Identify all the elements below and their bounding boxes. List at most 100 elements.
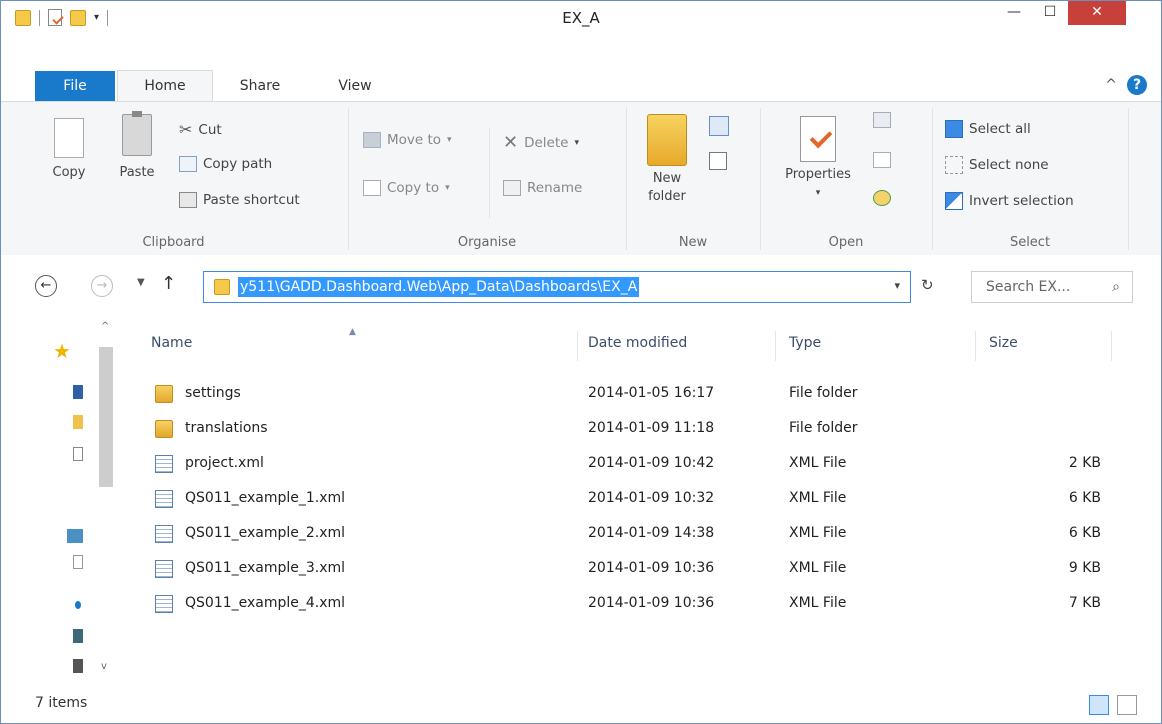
rename-icon bbox=[503, 180, 521, 196]
address-path[interactable]: y511\GADD.Dashboard.Web\App_Data\Dashboa… bbox=[238, 277, 640, 297]
nav-scrollbar[interactable]: ^ v bbox=[97, 317, 115, 687]
list-item[interactable]: project.xml 2014-01-09 10:42 XML File 2 … bbox=[121, 447, 1121, 482]
column-header-size[interactable]: Size bbox=[989, 335, 1018, 351]
file-type: XML File bbox=[789, 560, 847, 576]
favorites-star-icon[interactable]: ★ bbox=[53, 339, 71, 363]
properties-label: Properties bbox=[785, 167, 851, 182]
paste-shortcut-label: Paste shortcut bbox=[203, 192, 300, 208]
collapse-ribbon-icon[interactable]: ^ bbox=[1105, 77, 1117, 93]
rename-button[interactable]: Rename bbox=[503, 180, 582, 196]
properties-dropdown-icon: ▾ bbox=[815, 188, 821, 198]
group-clipboard: Copy Paste ✂ Cut Copy path Paste shortcu… bbox=[1, 102, 346, 256]
address-dropdown-icon[interactable]: ▾ bbox=[894, 279, 900, 292]
file-date: 2014-01-09 10:42 bbox=[588, 455, 715, 471]
refresh-icon[interactable]: ↻ bbox=[921, 276, 934, 294]
recent-locations-icon[interactable]: ▼ bbox=[137, 277, 145, 288]
open-icon bbox=[873, 112, 891, 128]
delete-label: Delete bbox=[524, 134, 569, 151]
new-folder-label-2: folder bbox=[648, 189, 686, 204]
copy-path-button[interactable]: Copy path bbox=[179, 156, 272, 172]
column-header-date[interactable]: Date modified bbox=[588, 335, 687, 351]
open-button[interactable] bbox=[873, 112, 891, 132]
music-icon[interactable] bbox=[75, 601, 81, 609]
desktop-icon[interactable] bbox=[73, 385, 83, 399]
cut-button[interactable]: ✂ Cut bbox=[179, 120, 222, 139]
search-input[interactable]: Search EX... ⌕ bbox=[971, 271, 1133, 303]
videos-icon[interactable] bbox=[73, 659, 83, 673]
column-header-name[interactable]: Name bbox=[151, 335, 192, 351]
file-size: 7 KB bbox=[1068, 595, 1101, 611]
delete-x-icon: ✕ bbox=[503, 132, 519, 153]
paste-shortcut-button[interactable]: Paste shortcut bbox=[179, 192, 300, 208]
list-item[interactable]: translations 2014-01-09 11:18 File folde… bbox=[121, 412, 1121, 447]
search-icon[interactable]: ⌕ bbox=[1112, 272, 1120, 302]
maximize-button[interactable]: ☐ bbox=[1032, 1, 1068, 25]
file-name: settings bbox=[185, 385, 241, 401]
nav-scroll-thumb[interactable] bbox=[99, 347, 113, 487]
scroll-down-icon[interactable]: v bbox=[101, 661, 107, 672]
file-type: File folder bbox=[789, 385, 858, 401]
easy-access-button[interactable] bbox=[709, 152, 727, 174]
new-folder-button[interactable]: New folder bbox=[637, 114, 697, 206]
list-item[interactable]: QS011_example_3.xml 2014-01-09 10:36 XML… bbox=[121, 552, 1121, 587]
address-row: ← → ▼ ↑ y511\GADD.Dashboard.Web\App_Data… bbox=[1, 255, 1161, 317]
downloads-folder-icon[interactable] bbox=[73, 415, 83, 429]
list-item[interactable]: settings 2014-01-05 16:17 File folder bbox=[121, 377, 1121, 412]
list-item[interactable]: QS011_example_4.xml 2014-01-09 10:36 XML… bbox=[121, 587, 1121, 622]
new-item-button[interactable] bbox=[709, 116, 729, 140]
close-button[interactable]: ✕ bbox=[1068, 1, 1126, 25]
up-button[interactable]: ↑ bbox=[161, 273, 176, 294]
file-date: 2014-01-09 10:36 bbox=[588, 560, 715, 576]
select-none-button[interactable]: Select none bbox=[945, 156, 1049, 174]
xml-file-icon bbox=[155, 560, 173, 578]
invert-selection-button[interactable]: Invert selection bbox=[945, 192, 1074, 210]
file-date: 2014-01-09 11:18 bbox=[588, 420, 715, 436]
column-separator[interactable] bbox=[975, 331, 976, 361]
select-all-button[interactable]: Select all bbox=[945, 120, 1031, 138]
column-header-type[interactable]: Type bbox=[789, 335, 821, 351]
minimize-button[interactable]: — bbox=[996, 1, 1032, 25]
paste-button[interactable]: Paste bbox=[107, 111, 167, 182]
paste-label: Paste bbox=[119, 165, 155, 180]
copy-to-dropdown-icon: ▾ bbox=[445, 183, 450, 193]
tab-share[interactable]: Share bbox=[223, 71, 297, 101]
tab-file[interactable]: File bbox=[35, 71, 115, 101]
edit-button[interactable] bbox=[873, 152, 891, 172]
group-select: Select all Select none Invert selection … bbox=[933, 102, 1127, 256]
pictures-icon[interactable] bbox=[73, 629, 83, 643]
column-separator[interactable] bbox=[577, 331, 578, 361]
group-organise: Move to ▾ Copy to ▾ ✕ Delete ▾ Rename Or… bbox=[349, 102, 625, 256]
copy-icon bbox=[54, 118, 84, 158]
move-to-label: Move to bbox=[387, 132, 442, 148]
select-all-label: Select all bbox=[969, 121, 1031, 137]
organise-separator bbox=[489, 128, 490, 218]
column-separator[interactable] bbox=[775, 331, 776, 361]
column-separator[interactable] bbox=[1111, 331, 1112, 361]
delete-button[interactable]: ✕ Delete ▾ bbox=[503, 132, 579, 153]
folder-icon bbox=[155, 420, 173, 438]
easy-access-icon bbox=[709, 152, 727, 170]
edit-icon bbox=[873, 152, 891, 168]
window-title: EX_A bbox=[562, 9, 600, 27]
recent-places-icon[interactable] bbox=[73, 447, 83, 461]
libraries-icon[interactable] bbox=[67, 529, 83, 543]
large-icons-view-icon[interactable] bbox=[1117, 695, 1137, 715]
tab-home[interactable]: Home bbox=[117, 70, 213, 102]
scroll-up-icon[interactable]: ^ bbox=[101, 321, 109, 332]
documents-icon[interactable] bbox=[73, 555, 83, 569]
back-button[interactable]: ← bbox=[35, 275, 57, 297]
help-icon[interactable]: ? bbox=[1127, 75, 1147, 95]
details-view-icon[interactable] bbox=[1089, 695, 1109, 715]
forward-button[interactable]: → bbox=[91, 275, 113, 297]
copy-to-button[interactable]: Copy to ▾ bbox=[363, 180, 450, 196]
history-button[interactable] bbox=[873, 190, 891, 210]
explorer-window: ▾ EX_A — ☐ ✕ File Home Share View ^ ? Co… bbox=[0, 0, 1162, 724]
move-to-button[interactable]: Move to ▾ bbox=[363, 132, 452, 148]
properties-button[interactable]: Properties ▾ bbox=[771, 116, 865, 202]
list-item[interactable]: QS011_example_2.xml 2014-01-09 14:38 XML… bbox=[121, 517, 1121, 552]
address-bar[interactable]: y511\GADD.Dashboard.Web\App_Data\Dashboa… bbox=[203, 271, 911, 303]
organise-group-label: Organise bbox=[457, 235, 517, 250]
copy-button[interactable]: Copy bbox=[39, 114, 99, 182]
list-item[interactable]: QS011_example_1.xml 2014-01-09 10:32 XML… bbox=[121, 482, 1121, 517]
tab-view[interactable]: View bbox=[323, 71, 387, 101]
